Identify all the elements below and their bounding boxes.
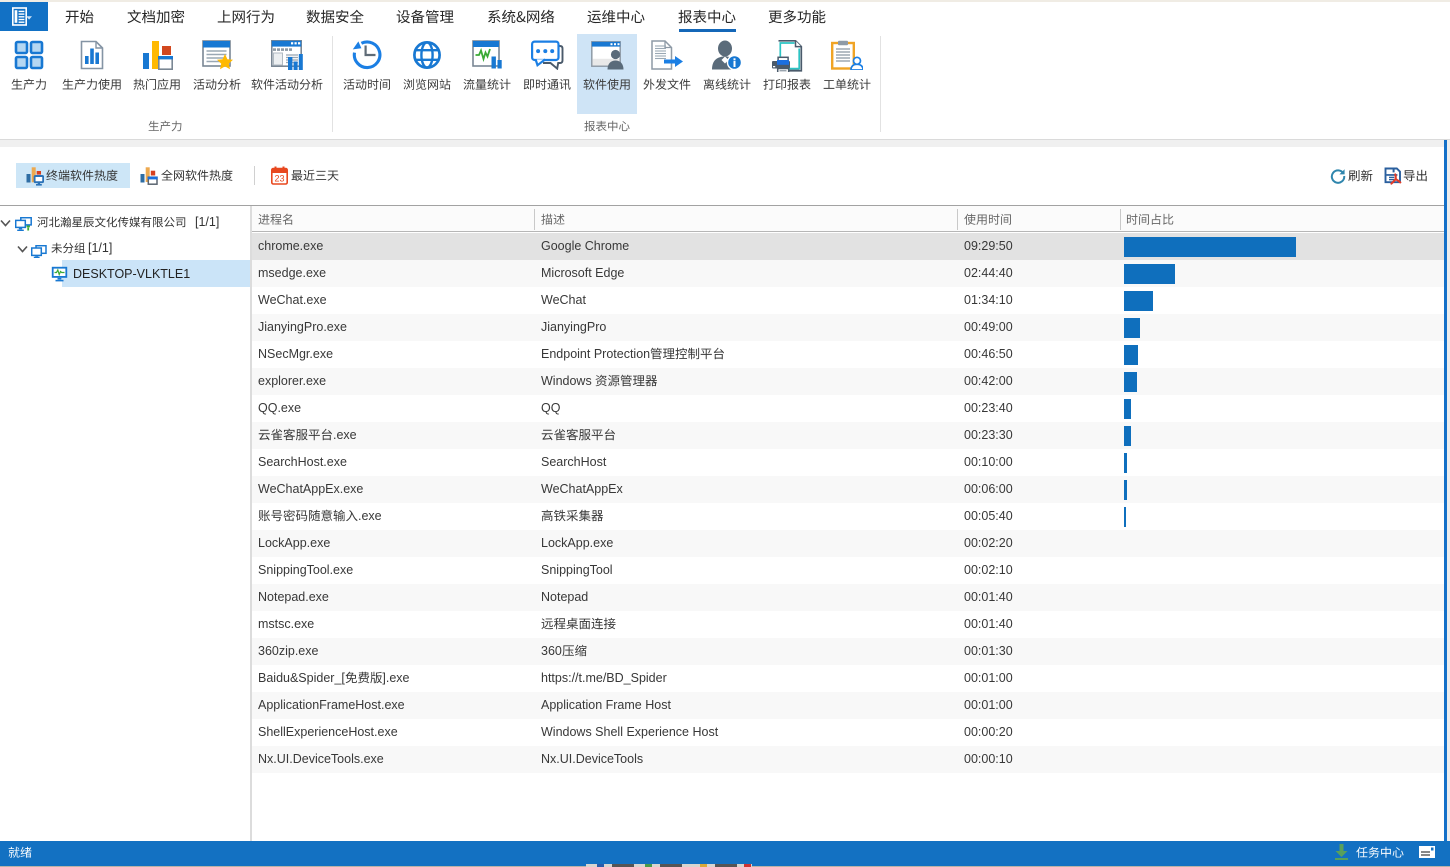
- svg-text:23: 23: [274, 174, 284, 184]
